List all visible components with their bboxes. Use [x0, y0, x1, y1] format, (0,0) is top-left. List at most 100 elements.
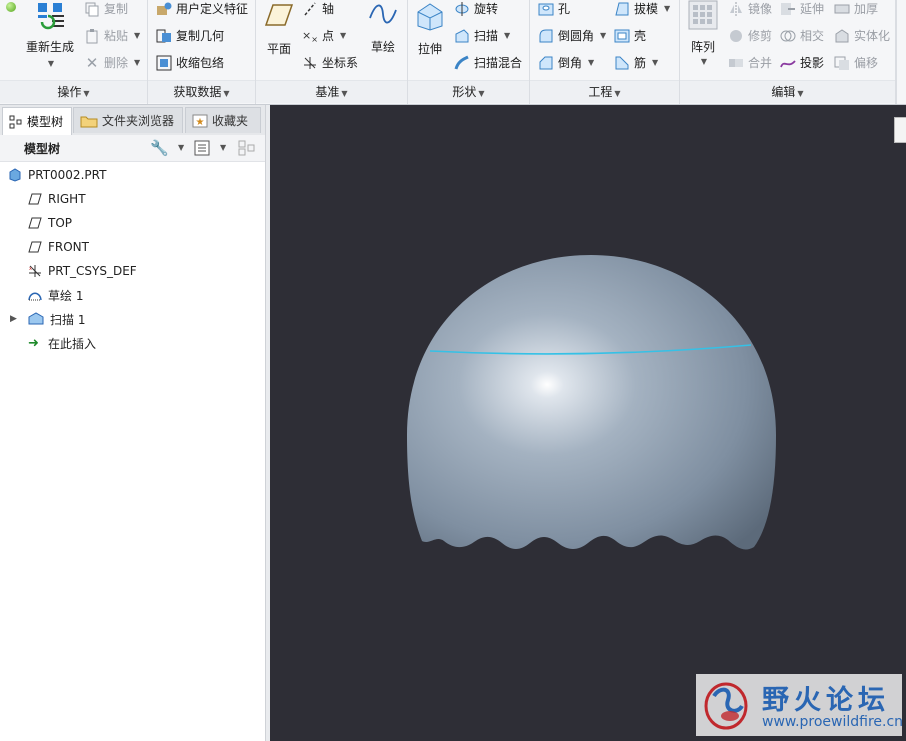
model-tree-title: 模型树 — [24, 142, 61, 156]
chevron-down-icon[interactable]: ▼ — [340, 31, 346, 40]
thicken-icon — [834, 4, 850, 13]
delete-button[interactable]: ✕ 删除 ▼ — [84, 54, 140, 71]
chevron-down-icon[interactable]: ▼ — [220, 143, 226, 152]
group-label-datum[interactable]: 基准 ▼ — [256, 80, 407, 103]
thicken-button[interactable]: 加厚 — [834, 0, 878, 17]
project-button[interactable]: 投影 — [780, 54, 824, 71]
swept-blend-button[interactable]: 扫描混合 — [454, 54, 522, 71]
tree-item-top[interactable]: TOP — [28, 213, 72, 233]
tab-model-tree[interactable]: 模型树 — [2, 107, 72, 136]
tree-item-insert-here[interactable]: ➜ 在此插入 — [28, 333, 96, 353]
regenerate-icon — [38, 3, 64, 30]
pattern-icon — [688, 0, 718, 30]
intersect-button[interactable]: 相交 — [780, 27, 824, 44]
project-icon — [780, 59, 796, 67]
extend-button[interactable]: 延伸 — [780, 0, 824, 17]
csys-button[interactable]: 坐标系 — [302, 54, 358, 71]
sweep-icon — [455, 28, 469, 42]
datum-plane-icon — [28, 217, 42, 229]
chamfer-button[interactable]: 倒角 ▼ — [538, 54, 594, 71]
chevron-down-icon[interactable]: ▼ — [701, 57, 707, 66]
folder-icon — [80, 116, 98, 127]
ribbon-toolbar: 重新生成 ▼ 复制 粘贴 ▼ ✕ 删除 ▼ 操作 ▼ 用户定义特征 复制几何 收… — [0, 0, 906, 105]
mirror-button[interactable]: 镜像 — [728, 0, 772, 17]
merge-button[interactable]: 合并 — [728, 54, 772, 71]
chevron-down-icon[interactable]: ▼ — [664, 4, 670, 13]
swept-blend-icon — [454, 55, 469, 69]
tab-folder-browser[interactable]: 文件夹浏览器 — [73, 107, 183, 133]
tree-item-sweep[interactable]: ▶ 扫描 1 — [10, 309, 85, 329]
group-label-editing[interactable]: 编辑 ▼ — [680, 80, 895, 103]
extrude-button[interactable]: 拉伸 — [414, 0, 446, 57]
group-label-get-data[interactable]: 获取数据 ▼ — [148, 80, 255, 103]
revolve-icon — [455, 1, 469, 16]
group-label-engineering[interactable]: 工程 ▼ — [530, 80, 679, 103]
sketch-button[interactable]: 草绘 — [368, 0, 398, 55]
solidify-icon — [835, 28, 849, 42]
csys-icon: x — [29, 265, 41, 277]
hole-icon — [538, 3, 554, 15]
point-button[interactable]: ×× 点 ▼ — [302, 27, 346, 44]
draft-button[interactable]: 拔模 ▼ — [614, 0, 670, 17]
offset-button[interactable]: 偏移 — [834, 54, 878, 71]
tree-item-csys[interactable]: x PRT_CSYS_DEF — [28, 261, 137, 281]
tree-item-right[interactable]: RIGHT — [28, 189, 86, 209]
rib-button[interactable]: 筋 ▼ — [614, 54, 658, 71]
axis-button[interactable]: 轴 — [302, 0, 334, 17]
paste-icon — [86, 28, 98, 43]
solidify-button[interactable]: 实体化 — [834, 27, 890, 44]
tree-filter-icon[interactable] — [238, 140, 256, 156]
regenerate-button[interactable]: 重新生成 ▼ — [26, 0, 74, 68]
chevron-down-icon[interactable]: ▼ — [588, 58, 594, 67]
paste-button[interactable]: 粘贴 ▼ — [84, 27, 140, 44]
tree-item-front[interactable]: FRONT — [28, 237, 89, 257]
chevron-down-icon[interactable]: ▼ — [600, 31, 606, 40]
chevron-down-icon[interactable]: ▼ — [134, 58, 140, 67]
round-button[interactable]: 倒圆角 ▼ — [538, 27, 606, 44]
group-operations: 重新生成 ▼ 复制 粘贴 ▼ ✕ 删除 ▼ 操作 ▼ — [0, 0, 148, 104]
pattern-button[interactable]: 阵列 ▼ — [688, 0, 718, 66]
tree-settings-icon[interactable]: 🔧 — [150, 139, 169, 157]
hole-button[interactable]: 孔 — [538, 0, 570, 17]
tab-favorites[interactable]: ★ 收藏夹 — [185, 107, 261, 133]
model-tree-panel: 模型树 🔧 ▼ ▼ PRT0002.PRT RIGHT TOP FRONT x … — [0, 135, 265, 741]
tree-item-sketch[interactable]: 草绘 1 — [28, 285, 83, 305]
revolve-button[interactable]: 旋转 — [454, 0, 498, 17]
udf-button[interactable]: 用户定义特征 — [156, 0, 248, 17]
group-label-shapes[interactable]: 形状 ▼ — [408, 80, 529, 103]
group-editing: 阵列 ▼ 镜像 修剪 合并 延伸 相交 投影 加厚 实体化 偏移 编辑 ▼ — [680, 0, 896, 104]
chevron-down-icon[interactable]: ▼ — [178, 143, 184, 152]
axis-icon — [304, 2, 316, 15]
copy-geometry-button[interactable]: 复制几何 — [156, 27, 224, 44]
group-datum: 平面 轴 ×× 点 ▼ 坐标系 草绘 基准 ▼ — [256, 0, 408, 104]
delete-icon: ✕ — [85, 53, 99, 72]
tree-show-icon[interactable] — [194, 140, 210, 156]
trim-button[interactable]: 修剪 — [728, 27, 772, 44]
shell-button[interactable]: 壳 — [614, 27, 646, 44]
tree-item-root[interactable]: PRT0002.PRT — [8, 165, 106, 185]
plane-button[interactable]: 平面 — [264, 2, 294, 57]
merge-icon — [729, 58, 743, 67]
insert-arrow-icon: ➜ — [28, 335, 39, 351]
shrinkwrap-button[interactable]: 收缩包络 — [156, 54, 224, 71]
shrinkwrap-icon — [156, 55, 172, 70]
watermark-title: 野火论坛 — [762, 685, 890, 716]
status-indicator-icon — [6, 2, 16, 12]
chamfer-icon — [539, 56, 553, 69]
group-label-operations[interactable]: 操作 ▼ — [0, 80, 147, 103]
expand-arrow-icon[interactable]: ▶ — [10, 314, 22, 324]
sweep-model — [407, 255, 776, 550]
chevron-down-icon[interactable]: ▼ — [134, 31, 140, 40]
graphics-viewport[interactable] — [270, 105, 906, 741]
chevron-down-icon[interactable]: ▼ — [48, 59, 54, 68]
watermark-logo — [704, 682, 748, 730]
chevron-down-icon[interactable]: ▼ — [652, 58, 658, 67]
sweep-button[interactable]: 扫描 ▼ — [454, 27, 510, 44]
group-engineering: 孔 倒圆角 ▼ 倒角 ▼ 拔模 ▼ 壳 筋 ▼ 工程 ▼ — [530, 0, 680, 104]
copy-button[interactable]: 复制 — [84, 0, 128, 17]
point-icon: ×× — [302, 28, 318, 44]
draft-icon — [615, 2, 629, 15]
chevron-down-icon[interactable]: ▼ — [504, 31, 510, 40]
svg-text:x: x — [29, 266, 32, 272]
group-get-data: 用户定义特征 复制几何 收缩包络 获取数据 ▼ — [148, 0, 256, 104]
